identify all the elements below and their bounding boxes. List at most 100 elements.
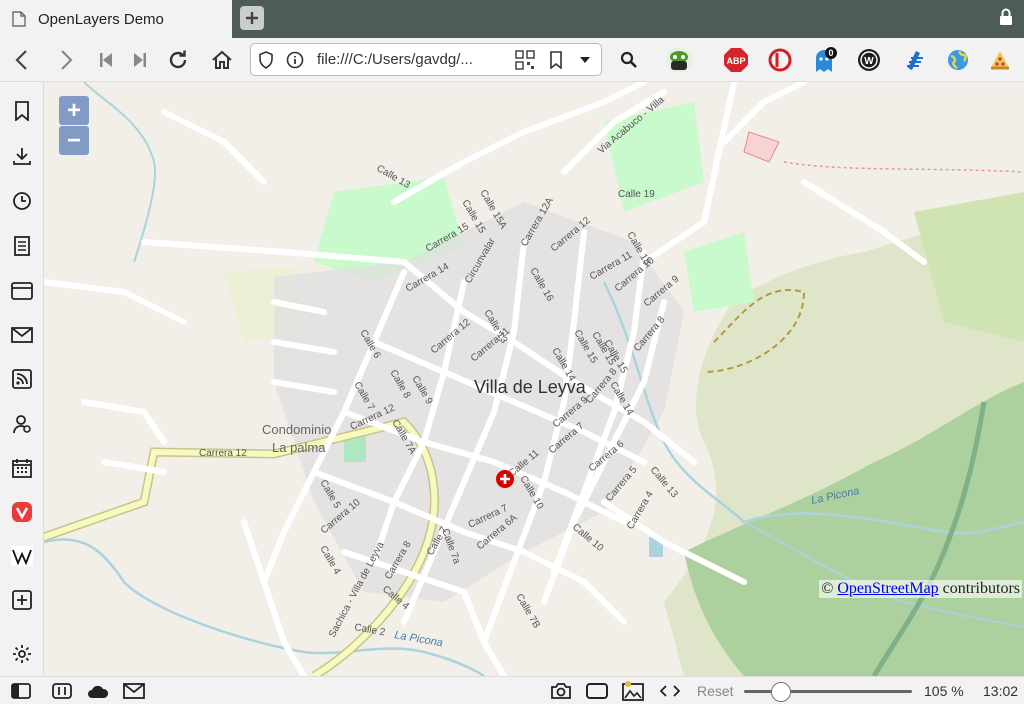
window-size-button[interactable] [586, 681, 608, 701]
street-label: Carrera 12 [549, 215, 593, 254]
reload-button[interactable] [164, 46, 192, 74]
street-label: Carrera 6 [587, 438, 627, 474]
street-label: Carrera 11 [469, 325, 512, 364]
street-label: Carrera 14 [404, 261, 451, 295]
street-label: Calle 7A [389, 418, 418, 457]
street-label: Carrera 15 [424, 221, 471, 255]
street-label: Carrera 4 [625, 489, 656, 531]
street-label: Calle 4 [380, 584, 411, 613]
globe-extension-icon [948, 50, 968, 70]
sidebar-item-downloads[interactable] [8, 142, 36, 170]
pizza-extension-button[interactable] [986, 46, 1014, 74]
bookmark-icon[interactable] [549, 51, 563, 69]
street-label: Carrera 8 [632, 314, 668, 354]
zoom-out-button[interactable]: − [59, 126, 89, 155]
bookmarks-icon [15, 101, 29, 121]
ghostery-button[interactable]: 0 [810, 46, 838, 74]
svg-text:ABP: ABP [726, 56, 745, 66]
adblock-plus-button[interactable]: ABP [722, 46, 750, 74]
chevron-right-icon [61, 50, 73, 70]
sidebar-item-add-panel[interactable] [8, 586, 36, 614]
street-label: Carrera 8 [383, 539, 414, 581]
capture-button[interactable] [550, 681, 572, 701]
sidebar-item-history[interactable] [8, 187, 36, 215]
page-actions-button[interactable] [659, 681, 681, 701]
reload-icon [169, 50, 187, 69]
code-icon [660, 685, 680, 697]
street-label: Calle 5 [317, 478, 342, 511]
sidebar-item-calendar[interactable] [8, 454, 36, 482]
street-label: Calle 19 [618, 189, 655, 200]
sync-button[interactable] [87, 681, 109, 701]
sidebar-item-notes[interactable] [8, 232, 36, 260]
tab-tiling-button[interactable] [51, 681, 73, 701]
attribution-suffix: contributors [938, 580, 1020, 597]
sidebar-item-window[interactable] [8, 277, 36, 305]
forward-button[interactable] [52, 46, 80, 74]
images-toggle-button[interactable] [622, 681, 644, 701]
sidebar-item-vivaldi[interactable] [8, 498, 36, 526]
river-label: La Picona [810, 485, 860, 507]
svg-text:0: 0 [828, 48, 833, 58]
mail-icon [123, 683, 145, 699]
river-label: La Picona [393, 629, 443, 649]
street-label: Circunvalar [463, 236, 498, 286]
vivaldi-icon [12, 502, 32, 522]
panel-toggle-button[interactable] [10, 681, 32, 701]
new-tab-button[interactable] [240, 6, 264, 30]
street-label: Calle 16 [527, 266, 555, 304]
blue-bars-extension-button[interactable] [900, 46, 928, 74]
street-label: Via Acabuco - Villa [596, 94, 667, 156]
street-label: Calle 4 [317, 544, 342, 577]
street-label: Calle 8 [387, 368, 412, 401]
downloads-icon [13, 148, 31, 165]
street-label: Calle 6 [357, 328, 382, 361]
clock: 13:02 [983, 683, 1019, 699]
globe-extension-button[interactable] [944, 46, 972, 74]
address-bar[interactable]: file:///C:/Users/gavdg/... [250, 43, 602, 76]
rewind-button[interactable] [92, 46, 120, 74]
skip-forward-icon [134, 53, 146, 67]
active-tab[interactable]: OpenLayers Demo [0, 0, 232, 38]
martian-extension-icon [666, 47, 692, 73]
chevron-down-icon[interactable] [579, 56, 591, 64]
sidebar [0, 82, 44, 676]
sidebar-item-feeds[interactable] [8, 365, 36, 393]
home-button[interactable] [208, 46, 236, 74]
w-circle-extension-button[interactable]: W [855, 46, 883, 74]
shield-icon [259, 51, 273, 69]
qr-code-icon[interactable] [515, 50, 535, 70]
mail-status-button[interactable] [123, 681, 145, 701]
street-label: Carrera 12 [199, 448, 247, 459]
martian-extension-button[interactable] [665, 46, 693, 74]
street-label: Calle 10 [570, 522, 606, 554]
sidebar-item-wikipedia[interactable] [8, 542, 36, 570]
settings-icon [13, 645, 31, 663]
ghostery-icon: 0 [816, 47, 837, 72]
fast-forward-button[interactable] [126, 46, 154, 74]
search-button[interactable] [615, 46, 643, 74]
zoom-in-button[interactable]: + [59, 96, 89, 125]
sidebar-item-mail[interactable] [8, 321, 36, 349]
svg-text:W: W [864, 56, 874, 67]
cloud-icon [88, 685, 109, 698]
tiling-icon [52, 683, 72, 699]
sidebar-item-settings[interactable] [8, 640, 36, 668]
sidebar-item-contacts[interactable] [8, 410, 36, 438]
sidebar-item-bookmarks[interactable] [8, 97, 36, 125]
red-circle-extension-button[interactable] [766, 46, 794, 74]
zoom-slider-track[interactable] [744, 690, 912, 693]
openstreetmap-link[interactable]: OpenStreetMap [837, 580, 938, 597]
town-label: Villa de Leyva [474, 377, 587, 397]
street-label: Carrera 12 [429, 317, 473, 356]
lock-icon [1000, 8, 1012, 25]
chevron-left-icon [15, 50, 27, 70]
info-icon[interactable] [286, 51, 304, 69]
zoom-slider-handle[interactable] [771, 682, 791, 702]
feeds-icon [12, 369, 32, 389]
pizza-extension-icon [991, 51, 1009, 70]
plus-icon [246, 12, 258, 24]
zoom-reset-button[interactable]: Reset [697, 683, 734, 699]
back-button[interactable] [8, 46, 36, 74]
map-viewport[interactable]: Calle 13 Calle 15A Calle 15 Carrera 15 C… [44, 82, 1024, 676]
